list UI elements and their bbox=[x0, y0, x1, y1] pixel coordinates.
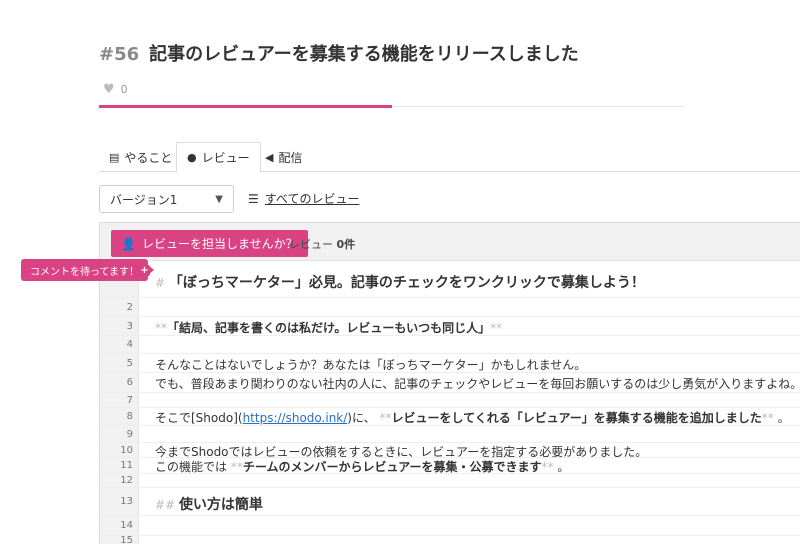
markdown-mark: ** bbox=[379, 411, 392, 425]
add-comment-icon[interactable]: + bbox=[139, 265, 150, 276]
chevron-down-icon: ▼ bbox=[215, 193, 223, 205]
line-number: 5 bbox=[126, 357, 133, 369]
line-number: 13 bbox=[120, 496, 133, 507]
editor-line[interactable]: 7 bbox=[100, 393, 800, 408]
post-number: #56 bbox=[99, 44, 140, 65]
editor-line[interactable]: 10 今までShodoではレビューの依頼をするときに、レビュアーを指定する必要があ… bbox=[100, 443, 800, 460]
text-segment: そんなことはないでしょうか？あなたは「ぼっちマーケター」かもしれません。 bbox=[155, 357, 587, 372]
line-number: 8 bbox=[126, 411, 133, 422]
editor-line[interactable]: 4 bbox=[100, 336, 800, 354]
file-icon: ▤ bbox=[109, 150, 120, 164]
text-segment: 使い方は簡単 bbox=[178, 497, 263, 513]
text-segment: でも、普段あまり関わりのない社内の人に、記事のチェックやレビューを毎回お願いする… bbox=[155, 377, 800, 391]
text-segment: 「ぼっちマーケター」必見。記事のチェックをワンクリックで募集しよう！ bbox=[168, 274, 645, 291]
line-number: 11 bbox=[120, 460, 133, 471]
markdown-mark: ** bbox=[490, 320, 503, 335]
text-segment: )に、 bbox=[347, 411, 380, 425]
markdown-mark: ** bbox=[155, 320, 167, 335]
line-number: 15 bbox=[120, 535, 133, 544]
text-segment: 今までShodoではレビューの依頼をするときに、レビュアーを指定する必要がありま… bbox=[155, 444, 648, 459]
tab-review[interactable]: ● レビュー bbox=[176, 142, 261, 173]
tab-label: 配信 bbox=[278, 150, 303, 165]
line-text: **「結局、記事を書くのは私だけ。レビューもいつも同じ人」** bbox=[155, 319, 502, 336]
comment-tooltip: コメントを待ってます！ bbox=[21, 259, 154, 281]
editor-line[interactable]: 5 そんなことはないでしょうか？あなたは「ぼっちマーケター」かもしれません。 bbox=[100, 354, 800, 373]
megaphone-icon: ◀ bbox=[265, 150, 274, 164]
line-number: 4 bbox=[126, 339, 133, 350]
tab-bar: ▤ やること ● レビュー ◀ 配信 bbox=[99, 142, 800, 173]
markdown-mark: # bbox=[155, 275, 169, 290]
volunteer-label: レビューを担当しませんか？ bbox=[141, 237, 298, 251]
text-segment: レビューをしてくれる「レビュアー」を募集する機能を追加しました bbox=[391, 411, 762, 425]
page-title: #56 記事のレビュアーを募集する機能をリリースしました bbox=[99, 40, 579, 66]
user-plus-icon: 👤 bbox=[121, 236, 136, 251]
line-number: 9 bbox=[126, 428, 133, 440]
editor-line[interactable]: 13 ## 使い方は簡単 bbox=[100, 488, 800, 516]
markdown-mark: ** bbox=[761, 411, 774, 425]
tab-publish[interactable]: ◀ 配信 bbox=[255, 142, 312, 172]
markdown-mark: ## bbox=[155, 498, 179, 512]
editor-line[interactable]: # 「ぼっちマーケター」必見。記事のチェックをワンクリックで募集しよう！ bbox=[100, 261, 800, 298]
line-text: そんなことはないでしょうか？あなたは「ぼっちマーケター」かもしれません。 bbox=[155, 356, 586, 373]
line-text: でも、普段あまり関わりのない社内の人に、記事のチェックやレビューを毎回お願いする… bbox=[155, 375, 800, 392]
line-number: 14 bbox=[120, 520, 133, 531]
heart-icon: ♥ bbox=[103, 82, 115, 97]
line-number: 12 bbox=[120, 475, 133, 486]
editor-line[interactable]: 12 bbox=[100, 474, 800, 488]
tab-label: やること bbox=[124, 150, 173, 165]
text-segment: チームのメンバーからレビュアーを募集・公募できます bbox=[242, 460, 542, 474]
all-reviews-link[interactable]: ☰ すべてのレビュー bbox=[248, 190, 359, 207]
line-text: そこで[Shodo](https://shodo.ink/)に、 **レビューを… bbox=[155, 409, 790, 426]
line-number: 7 bbox=[126, 394, 133, 406]
text-segment: 。 bbox=[553, 460, 570, 474]
text-segment: そこで[Shodo]( bbox=[155, 411, 243, 425]
version-select[interactable]: バージョン1 ▼ bbox=[99, 185, 234, 213]
post-title: 記事のレビュアーを募集する機能をリリースしました bbox=[149, 44, 579, 65]
review-editor: 👤 レビューを担当しませんか？ レビュー 0件 # 「ぼっちマーケター」必見。記… bbox=[99, 222, 800, 544]
editor-line[interactable]: 11 この機能では **チームのメンバーからレビュアーを募集・公募できます** 。 bbox=[100, 458, 800, 474]
line-text: この機能では **チームのメンバーからレビュアーを募集・公募できます** 。 bbox=[155, 458, 569, 475]
editor-line[interactable]: 3 **「結局、記事を書くのは私だけ。レビューもいつも同じ人」** bbox=[100, 317, 800, 336]
editor-line[interactable]: 14 bbox=[100, 516, 800, 536]
text-segment: 。 bbox=[773, 411, 790, 425]
line-text: # 「ぼっちマーケター」必見。記事のチェックをワンクリックで募集しよう！ bbox=[155, 272, 645, 292]
line-number: 3 bbox=[126, 320, 133, 332]
like-button[interactable]: ♥ 0 bbox=[103, 82, 128, 97]
text-segment: この機能では bbox=[155, 460, 231, 474]
volunteer-reviewer-button[interactable]: 👤 レビューを担当しませんか？ bbox=[111, 230, 308, 257]
review-count-value: 0件 bbox=[336, 238, 356, 251]
text-segment: 「結局、記事を書くのは私だけ。レビューもいつも同じ人」 bbox=[167, 320, 491, 335]
review-toolbar: 👤 レビューを担当しませんか？ レビュー 0件 bbox=[100, 223, 800, 261]
progress-bar bbox=[99, 105, 392, 108]
editor-line[interactable]: 15 bbox=[100, 535, 800, 544]
tab-todo[interactable]: ▤ やること bbox=[99, 142, 182, 172]
all-reviews-label: すべてのレビュー bbox=[264, 192, 360, 206]
line-text: 今までShodoではレビューの依頼をするときに、レビュアーを指定する必要がありま… bbox=[155, 443, 647, 460]
like-count: 0 bbox=[120, 83, 128, 96]
tab-label: レビュー bbox=[201, 151, 250, 165]
editor-line[interactable]: 6 でも、普段あまり関わりのない社内の人に、記事のチェックやレビューを毎回お願いす… bbox=[100, 373, 800, 393]
line-text: ## 使い方は簡単 bbox=[155, 494, 263, 514]
line-number: 2 bbox=[126, 301, 133, 313]
review-count-label: レビュー bbox=[289, 238, 333, 251]
editor-line[interactable]: 2 bbox=[100, 298, 800, 317]
line-number: 10 bbox=[120, 444, 133, 456]
line-number: 6 bbox=[126, 377, 133, 388]
review-count: レビュー 0件 bbox=[289, 236, 355, 252]
editor-line[interactable]: 8 そこで[Shodo](https://shodo.ink/)に、 **レビュー… bbox=[100, 408, 800, 426]
markdown-mark: ** bbox=[230, 460, 243, 474]
version-value: バージョン1 bbox=[110, 192, 178, 207]
editor-line[interactable]: 9 bbox=[100, 426, 800, 443]
page: #56 記事のレビュアーを募集する機能をリリースしました ♥ 0 ▤ やること ●… bbox=[0, 0, 800, 544]
link[interactable]: https://shodo.ink/ bbox=[243, 411, 348, 425]
list-icon: ☰ bbox=[248, 191, 259, 206]
markdown-mark: ** bbox=[541, 460, 554, 474]
comments-icon: ● bbox=[187, 151, 197, 164]
